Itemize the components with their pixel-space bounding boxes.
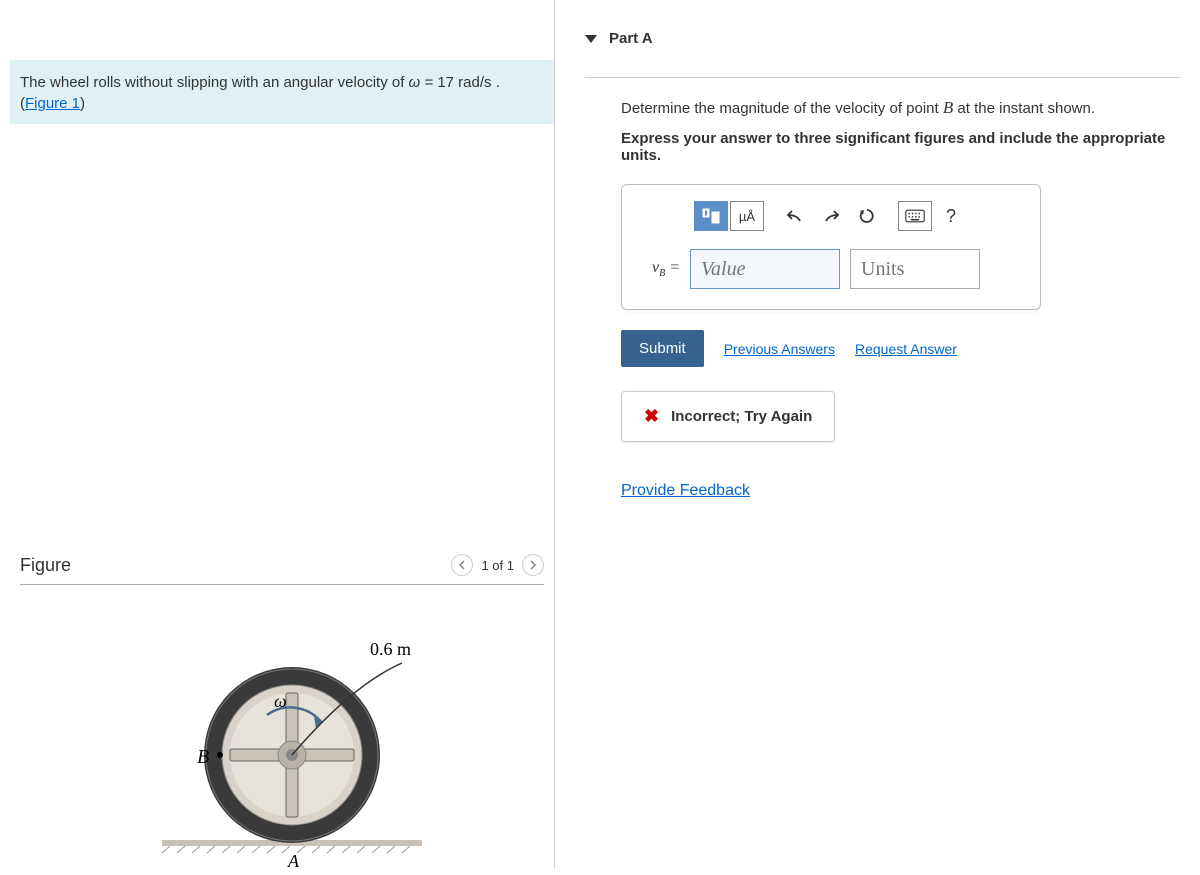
provide-feedback-link[interactable]: Provide Feedback [621, 482, 750, 499]
svg-text:B: B [197, 746, 209, 768]
formatting-toolbar: µÅ ? [652, 201, 1010, 231]
reset-button[interactable] [850, 201, 884, 231]
answer-panel: µÅ ? [621, 184, 1041, 310]
redo-button[interactable] [814, 201, 848, 231]
help-button[interactable]: ? [934, 201, 968, 231]
variable-label: vB = [652, 259, 680, 279]
part-title: Part A [609, 30, 653, 47]
pager-label: 1 of 1 [481, 558, 514, 573]
figure-link[interactable]: Figure 1 [25, 95, 80, 112]
submit-button[interactable]: Submit [621, 330, 704, 367]
svg-text:0.6 m: 0.6 m [370, 639, 411, 659]
pager-prev-button[interactable] [451, 554, 473, 576]
value-input[interactable] [690, 249, 840, 289]
chevron-right-icon [529, 560, 537, 570]
svg-text:ω: ω [274, 691, 287, 711]
undo-button[interactable] [778, 201, 812, 231]
units-template-button[interactable]: µÅ [730, 201, 764, 231]
figure-diagram: ω 0.6 m B A [20, 625, 544, 875]
request-answer-link[interactable]: Request Answer [855, 341, 957, 357]
collapse-icon[interactable] [585, 35, 597, 43]
instruction-text: Determine the magnitude of the velocity … [621, 98, 1180, 118]
reset-icon [859, 208, 875, 224]
sub-instruction: Express your answer to three significant… [621, 130, 1180, 164]
previous-answers-link[interactable]: Previous Answers [724, 341, 835, 357]
svg-text:A: A [287, 851, 300, 871]
omega-symbol: ω = [409, 74, 434, 91]
redo-icon [823, 209, 839, 223]
chevron-left-icon [458, 560, 466, 570]
template-icon [702, 208, 720, 224]
template-button[interactable] [694, 201, 728, 231]
keyboard-icon [905, 209, 925, 223]
pager-next-button[interactable] [522, 554, 544, 576]
feedback-text: Incorrect; Try Again [671, 408, 812, 425]
incorrect-icon: ✖ [644, 406, 659, 427]
feedback-message: ✖ Incorrect; Try Again [621, 391, 835, 442]
figure-pager: 1 of 1 [451, 554, 544, 576]
problem-text: The wheel rolls without slipping with an… [20, 74, 409, 91]
omega-value: 17 rad/s [437, 74, 491, 91]
keyboard-button[interactable] [898, 201, 932, 231]
undo-icon [787, 209, 803, 223]
figure-title: Figure [20, 555, 71, 576]
units-input[interactable] [850, 249, 980, 289]
problem-statement: The wheel rolls without slipping with an… [10, 60, 554, 124]
